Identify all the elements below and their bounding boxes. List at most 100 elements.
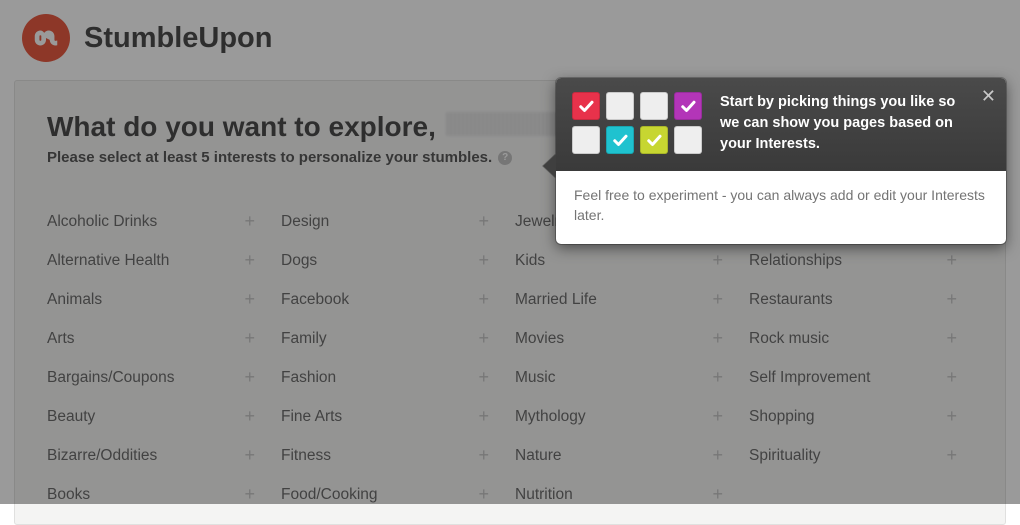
- plus-icon: +: [478, 289, 489, 310]
- close-button[interactable]: ✕: [981, 86, 996, 107]
- interest-item[interactable]: Books +: [47, 475, 271, 514]
- interest-label: Restaurants: [749, 291, 833, 309]
- interest-item[interactable]: Nature+: [515, 436, 739, 475]
- logo-icon: [22, 14, 70, 62]
- interest-item[interactable]: Fashion +: [281, 358, 505, 397]
- plus-icon: +: [244, 445, 255, 466]
- interest-grid: Alcoholic Drinks+Design+Jewelry+Quotes+A…: [47, 202, 973, 514]
- heading-text: What do you want to explore,: [47, 111, 436, 143]
- interest-item[interactable]: Nutrition +: [515, 475, 739, 514]
- interest-label: Beauty: [47, 408, 95, 426]
- interest-item[interactable]: Design +: [281, 202, 505, 241]
- interest-label: Kids: [515, 252, 545, 270]
- interest-label: Relationships: [749, 252, 842, 270]
- plus-icon: +: [244, 406, 255, 427]
- interest-label: Dogs: [281, 252, 317, 270]
- interest-item[interactable]: Music +: [515, 358, 739, 397]
- plus-icon: +: [946, 250, 957, 271]
- subheading-text: Please select at least 5 interests to pe…: [47, 149, 492, 166]
- plus-icon: +: [946, 289, 957, 310]
- interest-item[interactable]: Self Improvement +: [749, 358, 973, 397]
- sample-checkbox-icon: [572, 92, 600, 120]
- brand-name: StumbleUpon: [84, 22, 273, 55]
- close-icon: ✕: [981, 86, 996, 106]
- interest-item[interactable]: Alcoholic Drinks+: [47, 202, 271, 241]
- help-icon[interactable]: ?: [498, 151, 512, 165]
- checkbox-grid-icon: [572, 92, 702, 154]
- interest-label: Self Improvement: [749, 369, 870, 387]
- interest-label: Bargains/Coupons: [47, 369, 175, 387]
- interest-item[interactable]: Animals+: [47, 280, 271, 319]
- plus-icon: +: [478, 211, 489, 232]
- plus-icon: +: [712, 367, 723, 388]
- popover-arrow-icon: [543, 154, 556, 178]
- interest-item[interactable]: Restaurants +: [749, 280, 973, 319]
- interest-item[interactable]: Shopping +: [749, 397, 973, 436]
- interest-item[interactable]: Married Life +: [515, 280, 739, 319]
- interest-label: Alternative Health: [47, 252, 169, 270]
- plus-icon: +: [946, 367, 957, 388]
- onboarding-popover: Start by picking things you like so we c…: [556, 78, 1006, 244]
- interest-item[interactable]: Bizarre/Oddities +: [47, 436, 271, 475]
- interest-label: Spirituality: [749, 447, 821, 465]
- plus-icon: +: [478, 406, 489, 427]
- plus-icon: +: [946, 406, 957, 427]
- interest-item[interactable]: Fine Arts +: [281, 397, 505, 436]
- interest-item[interactable]: Bargains/Coupons +: [47, 358, 271, 397]
- plus-icon: +: [712, 250, 723, 271]
- interest-item[interactable]: Facebook +: [281, 280, 505, 319]
- interest-label: Food/Cooking: [281, 486, 378, 504]
- interest-label: Bizarre/Oddities: [47, 447, 157, 465]
- interest-item[interactable]: Food/Cooking +: [281, 475, 505, 514]
- interest-label: Mythology: [515, 408, 586, 426]
- interest-item[interactable]: Dogs +: [281, 241, 505, 280]
- interest-label: Fine Arts: [281, 408, 342, 426]
- plus-icon: +: [478, 250, 489, 271]
- interest-item[interactable]: Spirituality +: [749, 436, 973, 475]
- header: StumbleUpon: [0, 0, 1020, 80]
- interest-label: Books: [47, 486, 90, 504]
- interest-label: Shopping: [749, 408, 815, 426]
- popover-header: Start by picking things you like so we c…: [556, 78, 1006, 171]
- plus-icon: +: [946, 328, 957, 349]
- plus-icon: +: [712, 289, 723, 310]
- sample-checkbox-icon: [606, 92, 634, 120]
- plus-icon: +: [712, 328, 723, 349]
- plus-icon: +: [478, 445, 489, 466]
- sample-checkbox-icon: [674, 126, 702, 154]
- interest-label: Music: [515, 369, 555, 387]
- popover-subtext: Feel free to experiment - you can always…: [556, 171, 1006, 244]
- interest-label: Arts: [47, 330, 75, 348]
- plus-icon: +: [478, 484, 489, 505]
- plus-icon: +: [244, 289, 255, 310]
- interest-label: Nature: [515, 447, 562, 465]
- interest-item[interactable]: Family+: [281, 319, 505, 358]
- interest-label: Married Life: [515, 291, 597, 309]
- sample-checkbox-icon: [606, 126, 634, 154]
- plus-icon: +: [244, 328, 255, 349]
- interest-item[interactable]: Fitness +: [281, 436, 505, 475]
- interest-item[interactable]: Arts +: [47, 319, 271, 358]
- interest-item[interactable]: Kids +: [515, 241, 739, 280]
- plus-icon: +: [244, 211, 255, 232]
- interest-label: Nutrition: [515, 486, 573, 504]
- plus-icon: +: [478, 367, 489, 388]
- plus-icon: +: [712, 484, 723, 505]
- plus-icon: +: [244, 367, 255, 388]
- interest-item[interactable]: Rock music +: [749, 319, 973, 358]
- interest-label: Facebook: [281, 291, 349, 309]
- interest-item[interactable]: Relationships +: [749, 241, 973, 280]
- interest-item[interactable]: Movies +: [515, 319, 739, 358]
- interest-item[interactable]: Beauty +: [47, 397, 271, 436]
- interest-label: Rock music: [749, 330, 829, 348]
- sample-checkbox-icon: [640, 126, 668, 154]
- plus-icon: +: [244, 484, 255, 505]
- interest-item[interactable]: Mythology +: [515, 397, 739, 436]
- interest-label: Design: [281, 213, 329, 231]
- plus-icon: +: [946, 445, 957, 466]
- interest-label: Movies: [515, 330, 564, 348]
- plus-icon: +: [712, 406, 723, 427]
- interest-item[interactable]: Alternative Health+: [47, 241, 271, 280]
- interest-label: Fitness: [281, 447, 331, 465]
- interest-label: Fashion: [281, 369, 336, 387]
